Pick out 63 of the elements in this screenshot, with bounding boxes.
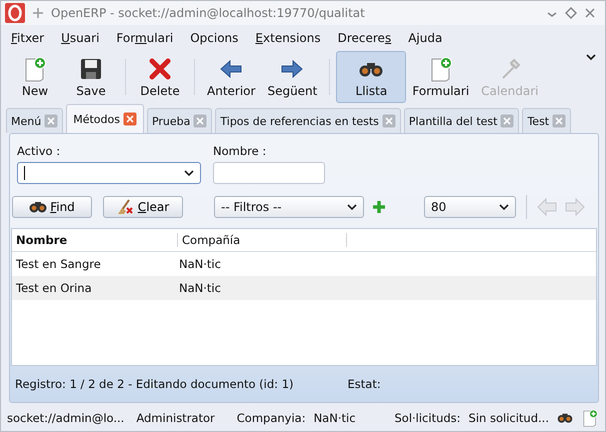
table-cell-text: NaN·tic bbox=[178, 257, 222, 271]
server-text: socket://admin@lo... bbox=[7, 411, 124, 425]
state-label: Estat: bbox=[348, 377, 381, 391]
user-text: Administrator bbox=[136, 411, 215, 425]
tab[interactable]: Tipos de referencias en tests bbox=[215, 108, 401, 133]
tab[interactable]: Prueba bbox=[146, 108, 212, 133]
window-title: OpenERP - socket://admin@localhost:19770/qualitat bbox=[51, 6, 365, 20]
menu-item[interactable]: Opcions bbox=[190, 31, 238, 45]
close-icon[interactable] bbox=[382, 114, 396, 128]
binoculars-icon[interactable] bbox=[557, 412, 573, 424]
toolbar-button[interactable]: Anterior bbox=[201, 51, 262, 103]
limit-dropdown[interactable]: 80 bbox=[424, 196, 516, 218]
column-header[interactable]: Compañía bbox=[178, 233, 347, 247]
new-document-icon[interactable] bbox=[581, 409, 599, 427]
menu-item[interactable]: Fitxer bbox=[11, 31, 44, 45]
close-icon[interactable] bbox=[552, 114, 566, 128]
column-header[interactable]: Nombre bbox=[12, 233, 178, 247]
toolbar-button[interactable]: Save bbox=[63, 51, 119, 103]
toolbar-button[interactable]: Formulari bbox=[406, 51, 476, 103]
requests-text: Sin solicitud... bbox=[468, 411, 549, 425]
menu-item[interactable]: Ajuda bbox=[408, 31, 442, 45]
menu-item[interactable]: Extensions bbox=[255, 31, 321, 45]
find-button[interactable]: Find bbox=[12, 196, 92, 218]
menu-item[interactable]: Dreceres bbox=[338, 31, 392, 45]
table-cell-text: Test en Sangre bbox=[15, 257, 102, 271]
binoculars-icon bbox=[29, 200, 48, 214]
close-icon[interactable] bbox=[193, 114, 208, 128]
company-text: NaN·tic bbox=[314, 411, 356, 425]
toolbar-button[interactable]: Llista bbox=[336, 51, 406, 103]
record-status: Registro: 1 / 2 de 2 - Editando documento (id: 1) bbox=[15, 377, 294, 391]
close-icon[interactable] bbox=[44, 114, 58, 128]
caret-icon bbox=[184, 169, 194, 177]
field-label: Nombre : bbox=[213, 144, 268, 158]
previous-icon[interactable] bbox=[537, 198, 557, 216]
toolbar-button[interactable]: Delete bbox=[132, 51, 188, 103]
pin-icon[interactable] bbox=[33, 8, 43, 18]
delete-icon bbox=[147, 56, 173, 82]
toolbar-button[interactable]: Següent bbox=[261, 51, 324, 103]
filter-dropdown[interactable]: -- Filtros -- bbox=[214, 196, 364, 218]
company-label: Companyia: bbox=[236, 411, 306, 425]
field-label: Activo : bbox=[17, 144, 62, 158]
next-icon[interactable] bbox=[565, 198, 585, 216]
toolbar-button[interactable]: New bbox=[7, 51, 63, 103]
active-dropdown[interactable] bbox=[17, 162, 201, 184]
broom-icon bbox=[116, 199, 135, 215]
add-icon[interactable] bbox=[372, 200, 386, 214]
name-field[interactable] bbox=[213, 162, 325, 184]
requests-label: Sol·licituds: bbox=[394, 411, 461, 425]
menu-item[interactable]: Usuari bbox=[61, 31, 100, 45]
table-cell-text: NaN·tic bbox=[178, 281, 222, 295]
table-cell-text: Test en Orina bbox=[15, 281, 93, 295]
tab[interactable]: Plantilla del test bbox=[404, 108, 520, 133]
close-icon[interactable] bbox=[585, 8, 595, 18]
menu-item[interactable]: Formulari bbox=[116, 31, 174, 45]
maximize-icon[interactable] bbox=[565, 7, 577, 19]
close-icon[interactable] bbox=[122, 112, 137, 126]
caret-icon bbox=[347, 203, 357, 211]
close-icon[interactable] bbox=[500, 114, 514, 128]
tab[interactable]: Test bbox=[522, 108, 572, 133]
caret-icon bbox=[499, 203, 509, 211]
tab[interactable]: Menú bbox=[6, 108, 64, 133]
clear-button[interactable]: Clear bbox=[103, 196, 183, 218]
tab[interactable]: Métodos bbox=[66, 104, 144, 133]
